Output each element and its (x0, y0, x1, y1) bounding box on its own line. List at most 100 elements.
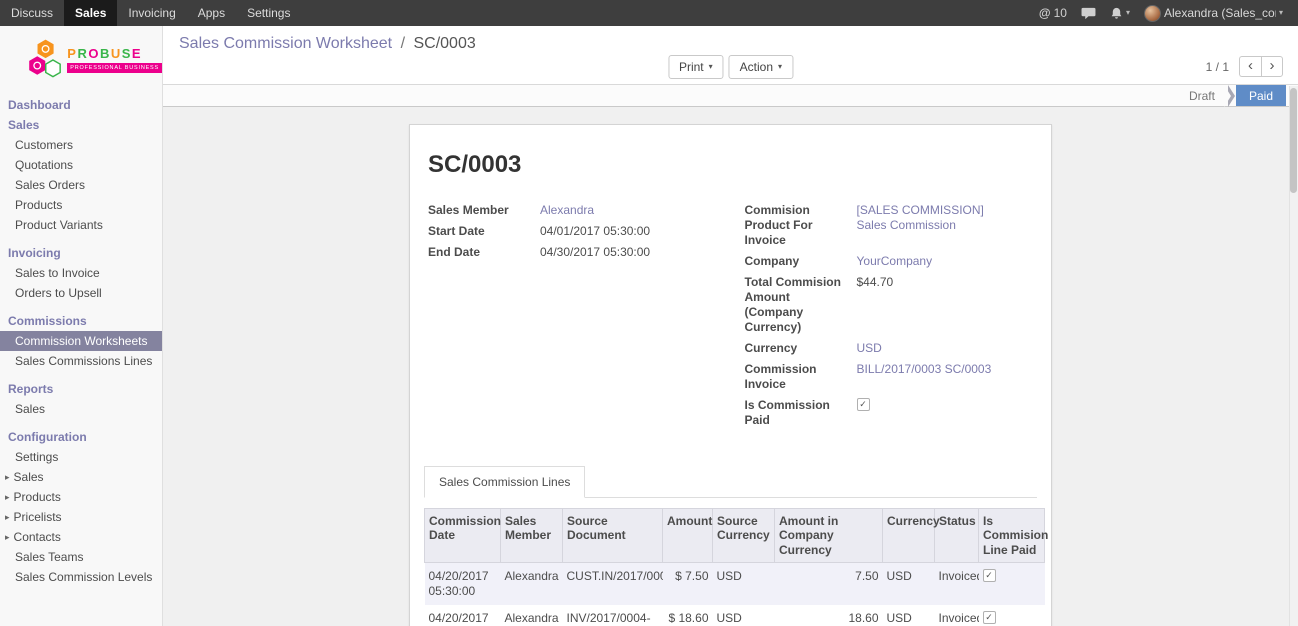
col-amount-company-currency[interactable]: Amount in Company Currency (775, 509, 883, 563)
col-source-currency[interactable]: Source Currency (713, 509, 775, 563)
table-row[interactable]: 04/20/2017 05:30:00 Alexandra CUST.IN/20… (425, 563, 1045, 606)
is-commission-paid-checkbox[interactable]: ✓ (857, 398, 870, 411)
sidebar-item-sales-commissions-lines[interactable]: Sales Commissions Lines (0, 351, 162, 371)
print-button-label: Print (679, 60, 704, 74)
caret-down-icon: ▾ (778, 63, 782, 71)
caret-down-icon: ▾ (709, 63, 713, 71)
col-sales-member[interactable]: Sales Member (501, 509, 563, 563)
field-group-left: Sales Member Alexandra Start Date 04/01/… (428, 203, 731, 434)
menu-apps[interactable]: Apps (187, 0, 236, 26)
sidebar-item-products[interactable]: Products (0, 195, 162, 215)
scrollbar-thumb[interactable] (1290, 88, 1297, 193)
sidebar: PROBUSE PROFESSIONAL BUSINESS Dashboard … (0, 26, 163, 626)
menu-invoicing[interactable]: Invoicing (117, 0, 186, 26)
sidebar-item-label: Orders to Upsell (15, 286, 102, 300)
sidebar-section-reports[interactable]: Reports (0, 379, 162, 399)
sidebar-item-sales-commission-levels[interactable]: Sales Commission Levels (0, 567, 162, 587)
sidebar-item-label: Sales Teams (15, 550, 83, 564)
record-title: SC/0003 (428, 151, 1037, 179)
sidebar-item-settings[interactable]: Settings (0, 447, 162, 467)
user-menu[interactable]: Alexandra (Sales_comm.. ▾ (1139, 0, 1288, 26)
sidebar-item-sales-teams[interactable]: Sales Teams (0, 547, 162, 567)
sidebar-section-sales[interactable]: Sales (0, 115, 162, 135)
field-value-currency[interactable]: USD (857, 341, 882, 356)
sidebar-item-customers[interactable]: Customers (0, 135, 162, 155)
sidebar-item-commission-worksheets[interactable]: Commission Worksheets (0, 331, 162, 351)
sidebar-item-orders-to-upsell[interactable]: Orders to Upsell (0, 283, 162, 303)
sidebar-item-label: Product Variants (15, 218, 103, 232)
topbar: Discuss Sales Invoicing Apps Settings @ … (0, 0, 1298, 26)
col-source-document[interactable]: Source Document (563, 509, 663, 563)
sidebar-item-label: Products (15, 198, 62, 212)
sidebar-item-contacts[interactable]: ▸Contacts (0, 527, 162, 547)
sidebar-item-label: Sales Orders (15, 178, 85, 192)
field-value-commission-invoice[interactable]: BILL/2017/0003 SC/0003 (857, 362, 992, 377)
col-commission-date[interactable]: Commission Date (425, 509, 501, 563)
field-company: Company YourCompany (745, 254, 1034, 269)
cell-source-currency: USD (713, 605, 775, 626)
cell-sales-member: Alexandra (501, 563, 563, 606)
tab-sales-commission-lines[interactable]: Sales Commission Lines (424, 466, 585, 498)
field-value-company[interactable]: YourCompany (857, 254, 933, 269)
caret-down-icon: ▾ (1279, 9, 1283, 17)
col-line-paid[interactable]: Is Commision Line Paid (979, 509, 1045, 563)
col-status[interactable]: Status (935, 509, 979, 563)
table-header-row: Commission Date Sales Member Source Docu… (425, 509, 1045, 563)
breadcrumb-parent-link[interactable]: Sales Commission Worksheet (179, 35, 392, 52)
line-paid-checkbox[interactable]: ✓ (983, 569, 996, 582)
main-menu: Discuss Sales Invoicing Apps Settings (0, 0, 301, 26)
col-currency[interactable]: Currency (883, 509, 935, 563)
sidebar-item-products-config[interactable]: ▸Products (0, 487, 162, 507)
form-sheet: SC/0003 Sales Member Alexandra Start Dat… (409, 124, 1052, 626)
pager-next-button[interactable]: › (1261, 56, 1283, 77)
menu-discuss[interactable]: Discuss (0, 0, 64, 26)
mention-counter[interactable]: @ 10 (1034, 0, 1072, 26)
messages-button[interactable] (1076, 0, 1101, 26)
sidebar-item-label: Sales Commission Levels (15, 570, 152, 584)
print-button[interactable]: Print ▾ (668, 55, 724, 79)
field-label: Currency (745, 341, 857, 356)
status-draft[interactable]: Draft (1176, 85, 1228, 106)
sidebar-item-sales-orders[interactable]: Sales Orders (0, 175, 162, 195)
pager-previous-button[interactable]: ‹ (1239, 56, 1261, 77)
field-groups: Sales Member Alexandra Start Date 04/01/… (424, 203, 1037, 434)
field-value-sales-member[interactable]: Alexandra (540, 203, 594, 218)
chat-bubble-icon (1081, 7, 1096, 20)
cell-amount: $ 7.50 (663, 563, 713, 606)
sidebar-item-sales-config[interactable]: ▸Sales (0, 467, 162, 487)
sidebar-item-pricelists[interactable]: ▸Pricelists (0, 507, 162, 527)
col-amount[interactable]: Amount (663, 509, 713, 563)
status-paid[interactable]: Paid (1236, 85, 1286, 106)
action-button[interactable]: Action ▾ (729, 55, 793, 79)
sidebar-section-configuration[interactable]: Configuration (0, 427, 162, 447)
expand-arrow-icon: ▸ (5, 492, 10, 503)
sidebar-section-dashboard[interactable]: Dashboard (0, 95, 162, 115)
field-label: Start Date (428, 224, 540, 239)
systray: @ 10 ▾ Alexandra (Sales_comm.. ▾ (1034, 0, 1298, 26)
cell-currency: USD (883, 605, 935, 626)
notifications-button[interactable]: ▾ (1105, 0, 1135, 26)
sidebar-section-invoicing[interactable]: Invoicing (0, 243, 162, 263)
sidebar-item-product-variants[interactable]: Product Variants (0, 215, 162, 235)
vertical-scrollbar[interactable] (1289, 86, 1298, 626)
sidebar-menu: Dashboard Sales Customers Quotations Sal… (0, 95, 162, 587)
field-label: Commision Product For Invoice (745, 203, 857, 248)
menu-sales[interactable]: Sales (64, 0, 117, 26)
notebook: Sales Commission Lines Commission Date S… (424, 466, 1037, 626)
menu-settings[interactable]: Settings (236, 0, 301, 26)
field-label: Total Commision Amount (Company Currency… (745, 275, 857, 335)
sidebar-item-quotations[interactable]: Quotations (0, 155, 162, 175)
cell-amount-company: 7.50 (775, 563, 883, 606)
sidebar-section-commissions[interactable]: Commissions (0, 311, 162, 331)
field-label: Commission Invoice (745, 362, 857, 392)
pager-count: 1 / 1 (1206, 60, 1229, 74)
cell-status: Invoiced (935, 605, 979, 626)
sidebar-item-sales-report[interactable]: Sales (0, 399, 162, 419)
table-row[interactable]: 04/20/2017 05:30:00 Alexandra INV/2017/0… (425, 605, 1045, 626)
cell-line-paid: ✓ (979, 605, 1045, 626)
cell-amount-company: 18.60 (775, 605, 883, 626)
sidebar-item-sales-to-invoice[interactable]: Sales to Invoice (0, 263, 162, 283)
field-value-commission-product[interactable]: [SALES COMMISSION] Sales Commission (857, 203, 1015, 233)
line-paid-checkbox[interactable]: ✓ (983, 611, 996, 624)
cell-amount: $ 18.60 (663, 605, 713, 626)
